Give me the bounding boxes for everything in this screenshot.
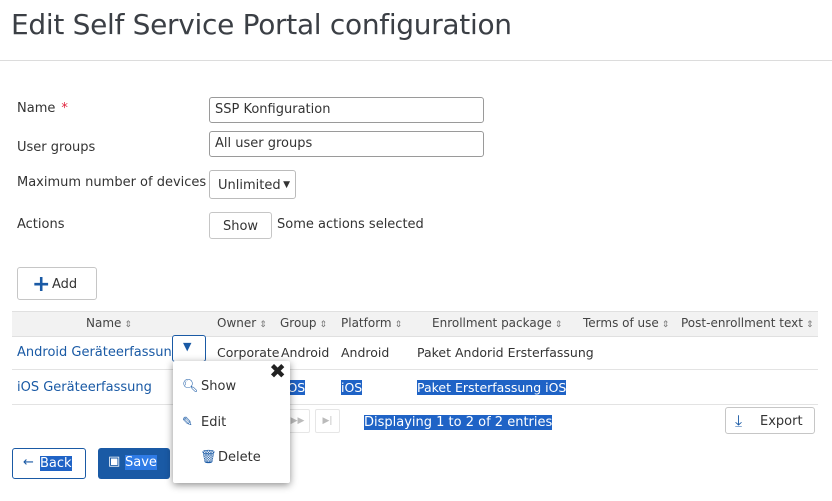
row-actions-dropdown[interactable]: ▼ <box>172 335 206 362</box>
save-button[interactable]: ▣ Save <box>98 448 170 479</box>
plus-icon: + <box>32 272 51 297</box>
last-page-icon: ▶| <box>322 416 333 426</box>
row-package: Paket Andorid Ersterfassung <box>417 345 594 360</box>
menu-item-delete[interactable]: 🗑︎ Delete <box>200 450 261 465</box>
search-icon: 🔍︎ <box>182 379 199 394</box>
arrow-left-icon: ← <box>23 455 34 470</box>
export-button[interactable]: ⤓ Export <box>725 407 815 434</box>
max-devices-value: Unlimited <box>218 178 281 193</box>
column-post-enrollment-text[interactable]: Post-enrollment text ⇕ <box>681 316 814 330</box>
user-groups-field[interactable]: All user groups <box>209 131 484 157</box>
sort-icon: ⇕ <box>259 320 267 330</box>
actions-show-button[interactable]: Show <box>209 212 272 239</box>
add-label: Add <box>52 277 78 292</box>
table-header: Name ⇕ Owner ⇕ Group ⇕ Platform ⇕ Enrollment… <box>12 311 818 337</box>
name-label: Name * <box>17 101 68 116</box>
menu-item-edit[interactable]: ✎ Edit <box>182 415 227 430</box>
name-field[interactable]: SSP Konfiguration <box>209 97 484 123</box>
edit-icon: ✎ <box>182 415 193 430</box>
last-page-button[interactable]: ▶| <box>315 409 340 433</box>
row-name-link[interactable]: iOS Geräteerfassung <box>17 380 152 395</box>
save-icon: ▣ <box>108 454 121 469</box>
row-divider <box>12 369 818 370</box>
sort-icon: ⇕ <box>554 320 563 330</box>
menu-item-label: Delete <box>218 450 261 465</box>
column-owner[interactable]: Owner ⇕ <box>217 316 267 330</box>
column-platform[interactable]: Platform ⇕ <box>341 316 402 330</box>
sort-icon: ⇕ <box>806 320 814 330</box>
row-package: Paket Ersterfassung iOS <box>417 380 567 395</box>
sort-icon: ⇕ <box>319 320 328 330</box>
back-label: Back <box>40 456 72 471</box>
required-mark: * <box>61 101 68 116</box>
caret-down-icon: ▼ <box>183 340 192 353</box>
column-terms-of-use[interactable]: Terms of use ⇕ <box>583 316 669 330</box>
back-button[interactable]: ← Back <box>12 448 86 479</box>
sort-icon: ⇕ <box>124 320 132 330</box>
column-enrollment-package[interactable]: Enrollment package ⇕ <box>432 316 562 330</box>
close-icon[interactable]: ✖ <box>269 359 286 383</box>
next-page-icon: ▶▶ <box>290 416 305 426</box>
row-owner: Corporate <box>217 345 280 360</box>
row-group: Android <box>281 345 330 360</box>
actions-label: Actions <box>17 217 65 232</box>
page-title: Edit Self Service Portal configuration <box>11 8 512 41</box>
menu-item-label: Show <box>201 379 237 394</box>
column-group[interactable]: Group ⇕ <box>280 316 327 330</box>
column-name[interactable]: Name ⇕ <box>86 316 132 330</box>
actions-status: Some actions selected <box>277 217 424 232</box>
menu-item-label: Edit <box>201 415 227 430</box>
title-divider <box>0 60 832 61</box>
row-platform: Android <box>341 345 390 360</box>
max-devices-select[interactable]: Unlimited ▼ <box>209 170 296 199</box>
add-button[interactable]: + Add <box>17 267 97 300</box>
pagination-status: Displaying 1 to 2 of 2 entries <box>364 415 553 430</box>
save-label: Save <box>125 455 157 470</box>
row-platform: iOS <box>341 380 363 395</box>
user-groups-label: User groups <box>17 140 96 155</box>
sort-icon: ⇕ <box>661 320 670 330</box>
row-context-menu: ✖ 🔍︎ Show ✎ Edit 🗑︎ Delete <box>173 359 290 483</box>
menu-item-show[interactable]: 🔍︎ Show <box>182 379 237 394</box>
caret-down-icon: ▼ <box>283 180 290 190</box>
sort-icon: ⇕ <box>394 320 403 330</box>
max-devices-label: Maximum number of devices <box>17 175 207 190</box>
row-name-link[interactable]: Android Geräteerfassung <box>17 345 180 360</box>
export-label: Export <box>760 414 803 429</box>
download-icon: ⤓ <box>735 411 743 430</box>
row-divider <box>12 404 818 405</box>
trash-icon: 🗑︎ <box>200 450 217 465</box>
